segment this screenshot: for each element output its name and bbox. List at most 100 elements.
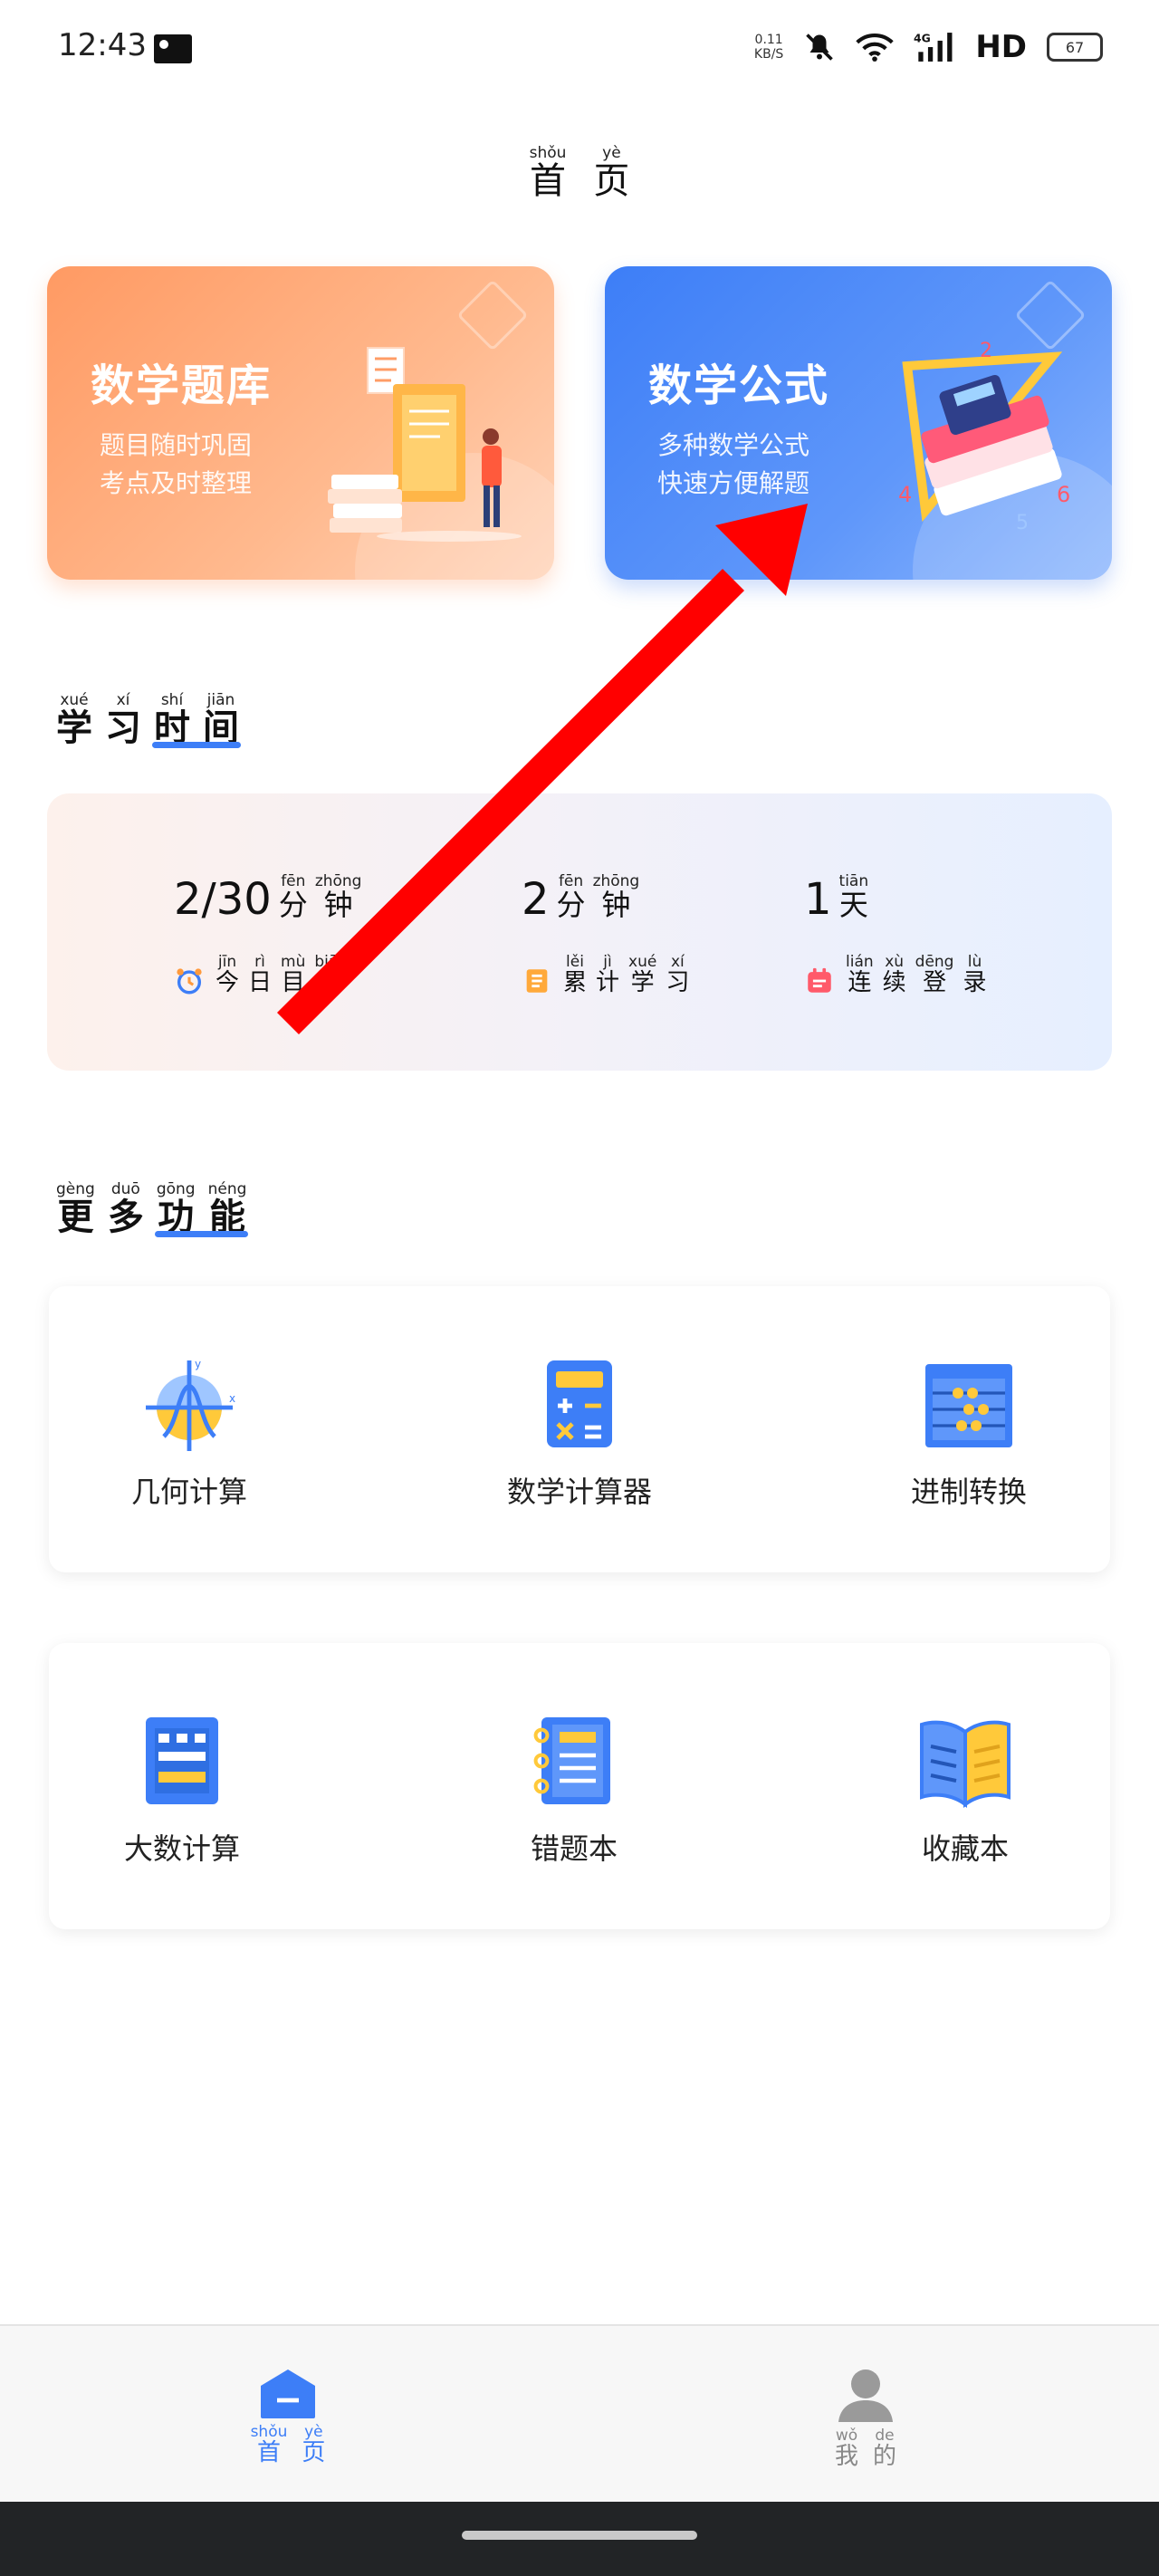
unit-char: zhōng 钟 — [315, 873, 362, 921]
hanzi: 钟 — [323, 888, 353, 922]
hanzi: 日 — [248, 969, 273, 997]
books-illustration-icon — [328, 347, 522, 542]
math-question-bank-card[interactable]: 数学题库 题目随时巩固 考点及时整理 — [47, 266, 554, 580]
functions-panel-1: y x 几何计算 数学计算器 进制转换 — [49, 1286, 1110, 1572]
geometry-calc-button[interactable]: y x 几何计算 — [53, 1350, 325, 1511]
function-label: 数学计算器 — [506, 1475, 652, 1509]
hanzi: 标 — [319, 969, 343, 997]
title-char: néng 能 — [208, 1181, 247, 1237]
geometry-icon: y x — [146, 1358, 235, 1451]
title-char: shí 时 — [154, 692, 190, 748]
hanzi: 我 — [834, 2443, 858, 2470]
nav-char: shǒu 首 — [251, 2424, 288, 2466]
nav-char: yè 页 — [302, 2424, 325, 2466]
big-number-icon — [146, 1717, 218, 1804]
title-char: shǒu 首 — [530, 145, 567, 201]
nav-home-tab[interactable]: shǒu 首 yè 页 — [235, 2368, 340, 2466]
pinyin: jì — [603, 953, 612, 972]
svg-text:4G: 4G — [914, 33, 931, 45]
title-char: gōng 功 — [157, 1181, 196, 1237]
big-number-calc-button[interactable]: 大数计算 — [46, 1706, 318, 1868]
status-bar: 12:43 0.11 KB/S 4G HD 67 — [0, 0, 1159, 100]
card-subtitle: 多种数学公式 — [657, 430, 810, 460]
title-char: gèng 更 — [56, 1181, 95, 1237]
gallery-notification-icon — [154, 34, 192, 63]
hanzi: 天 — [838, 888, 868, 922]
hanzi: 连 — [848, 969, 872, 997]
label-char: jīn 今 — [216, 954, 239, 996]
stat-value-row: 2/30 fēn 分 zhōng 钟 — [174, 873, 361, 921]
hanzi: 功 — [158, 1196, 195, 1238]
pinyin: xí — [670, 953, 685, 972]
label-char: xué 学 — [628, 954, 656, 996]
home-gesture-handle[interactable] — [462, 2531, 697, 2540]
user-icon — [838, 2369, 893, 2422]
label-char: xù 续 — [883, 954, 906, 996]
calculator-icon — [547, 1360, 612, 1447]
bottom-nav: shǒu 首 yè 页 wǒ 我 de 的 — [0, 2324, 1159, 2502]
base-conversion-button[interactable]: 进制转换 — [833, 1350, 1105, 1511]
page-title: shǒu 首 yè 页 — [0, 145, 1159, 201]
signal-4g-icon: 4G — [914, 31, 955, 63]
function-label: 几何计算 — [130, 1475, 247, 1509]
scroll-icon — [526, 969, 548, 993]
network-type: HD — [975, 29, 1027, 65]
title-char: yè 页 — [593, 145, 629, 201]
stat-unit: fēn 分 zhōng 钟 — [279, 873, 362, 921]
function-label: 收藏本 — [921, 1831, 1009, 1866]
label-char: mù 目 — [281, 954, 305, 996]
hanzi: 更 — [57, 1196, 94, 1238]
network-speed-unit: KB/S — [753, 47, 784, 62]
pinyin: yè — [602, 144, 621, 162]
today-goal-stat: 2/30 fēn 分 zhōng 钟 jīn 今 rì 日 mù 目 biāo 标 — [174, 873, 361, 996]
stat-value-row: 1 tiān 天 — [804, 873, 868, 921]
calendar-icon — [808, 967, 831, 993]
hanzi: 多 — [107, 1196, 144, 1238]
total-study-stat: 2 fēn 分 zhōng 钟 lěi 累 jì 计 xué 学 xí 习 — [522, 873, 689, 996]
nav-char: de 的 — [873, 2427, 896, 2470]
stat-label-row: lěi 累 jì 计 xué 学 xí 习 — [522, 954, 689, 996]
status-icons: 0.11 KB/S 4G HD 67 — [754, 29, 1103, 65]
hanzi: 钟 — [601, 888, 631, 922]
hanzi: 首 — [256, 2439, 281, 2466]
wrong-questions-button[interactable]: 错题本 — [438, 1706, 710, 1868]
hanzi: 的 — [873, 2443, 897, 2470]
unit-char: zhōng 钟 — [593, 873, 640, 921]
stat-number: 1 — [804, 874, 832, 926]
battery-icon: 67 — [1047, 33, 1103, 62]
nav-char: wǒ 我 — [835, 2427, 858, 2470]
svg-text:4: 4 — [898, 482, 912, 507]
label-char: rì 日 — [248, 954, 272, 996]
pinyin: shǒu — [529, 144, 567, 162]
pinyin: lù — [967, 953, 982, 972]
svg-text:y: y — [195, 1358, 201, 1370]
hanzi: 分 — [278, 888, 308, 922]
math-formula-card[interactable]: 数学公式 多种数学公式 快速方便解题 2 4 6 5 — [605, 266, 1112, 580]
formula-books-illustration-icon: 2 4 6 5 — [898, 340, 1070, 534]
svg-text:5: 5 — [1016, 512, 1029, 534]
math-calculator-button[interactable]: 数学计算器 — [444, 1350, 715, 1511]
label-char: jì 计 — [596, 954, 619, 996]
stat-value-row: 2 fēn 分 zhōng 钟 — [522, 873, 639, 921]
study-stats-panel: 2/30 fēn 分 zhōng 钟 jīn 今 rì 日 mù 目 biāo 标 2 — [47, 793, 1112, 1071]
hanzi: 时 — [154, 706, 190, 749]
nav-me-label: wǒ 我 de 的 — [835, 2427, 896, 2470]
alarm-clock-icon — [177, 968, 202, 995]
pinyin: dēng — [915, 953, 954, 972]
network-speed-value: 0.11 — [754, 33, 783, 47]
stat-label-row: lián 连 xù 续 dēng 登 lù 录 — [804, 954, 987, 996]
pinyin: lián — [846, 953, 874, 972]
function-label: 进制转换 — [910, 1475, 1027, 1509]
stat-unit: tiān 天 — [839, 873, 869, 921]
hanzi: 分 — [556, 888, 586, 922]
pinyin: jīn — [217, 953, 237, 972]
wifi-icon — [856, 32, 895, 62]
hanzi: 录 — [963, 969, 987, 997]
favorites-button[interactable]: 收藏本 — [829, 1706, 1101, 1868]
stat-number: 2 — [522, 874, 550, 926]
hanzi: 登 — [923, 969, 947, 997]
title-char: xué 学 — [56, 692, 92, 748]
nav-me-tab[interactable]: wǒ 我 de 的 — [813, 2368, 918, 2470]
stat-number: 2/30 — [174, 874, 272, 926]
hanzi: 学 — [630, 969, 655, 997]
